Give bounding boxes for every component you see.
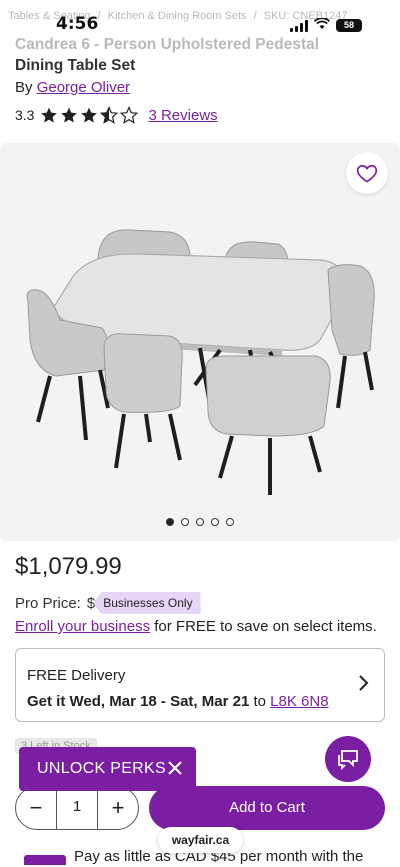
- pro-price-label: Pro Price:: [15, 594, 81, 612]
- battery-icon: 58: [336, 19, 362, 32]
- rating-row: 3.3 3 Reviews: [15, 106, 218, 124]
- postal-code-link[interactable]: L8K 6N8: [270, 693, 328, 710]
- byline-prefix: By: [15, 79, 33, 96]
- browser-url-bar[interactable]: wayfair.ca: [158, 827, 243, 853]
- cellular-signal-icon: [290, 19, 308, 32]
- pagination-dot[interactable]: [196, 518, 204, 526]
- clock: 4:56: [56, 14, 99, 34]
- pro-price-row: Pro Price: $ Businesses Only: [15, 592, 201, 614]
- businesses-only-badge: Businesses Only: [93, 592, 201, 614]
- increase-quantity-button[interactable]: +: [98, 795, 138, 821]
- delivery-dates: Get it Wed, Mar 18 - Sat, Mar 21: [27, 693, 250, 710]
- status-bar: Tables & Seating / Kitchen & Dining Room…: [0, 0, 400, 34]
- product-title: Candrea 6 - Person Upholstered Pedestal …: [15, 34, 375, 76]
- rating-value: 3.3: [15, 107, 35, 123]
- chat-icon: [338, 750, 358, 770]
- star-full-icon: [81, 107, 98, 123]
- delivery-title: FREE Delivery: [27, 667, 126, 684]
- reviews-link[interactable]: 3 Reviews: [148, 107, 217, 124]
- byline: By George Oliver: [15, 79, 130, 96]
- enroll-business-text: Enroll your business for FREE to save on…: [15, 618, 377, 635]
- breadcrumb-item[interactable]: Kitchen & Dining Room Sets: [108, 10, 247, 22]
- product-image: [26, 229, 375, 495]
- chair-right: [327, 264, 375, 356]
- enroll-business-link[interactable]: Enroll your business: [15, 618, 150, 635]
- star-full-icon: [61, 107, 78, 123]
- star-rating: [40, 106, 139, 124]
- delivery-dates-row: Get it Wed, Mar 18 - Sat, Mar 21 to L8K …: [27, 693, 329, 710]
- financing-logo: [24, 855, 66, 865]
- wifi-icon: [313, 17, 331, 33]
- decrease-quantity-button[interactable]: −: [16, 795, 56, 821]
- breadcrumb-separator: /: [253, 10, 257, 22]
- product-title-line-2: Dining Table Set: [15, 57, 136, 74]
- enroll-business-rest: for FREE to save on select items.: [150, 618, 377, 635]
- star-full-icon: [41, 107, 58, 123]
- brand-link[interactable]: George Oliver: [37, 79, 130, 96]
- pagination-dot[interactable]: [226, 518, 234, 526]
- pagination-dot[interactable]: [166, 518, 174, 526]
- unlock-perks-banner[interactable]: UNLOCK PERKS: [19, 747, 196, 791]
- pagination-dot[interactable]: [211, 518, 219, 526]
- pagination-dot[interactable]: [181, 518, 189, 526]
- add-to-cart-button[interactable]: Add to Cart: [149, 786, 385, 830]
- chat-button[interactable]: [325, 736, 371, 782]
- unlock-perks-label: UNLOCK PERKS: [37, 760, 166, 777]
- quantity-stepper: − 1 +: [15, 786, 139, 830]
- quantity-input[interactable]: 1: [56, 786, 98, 830]
- product-price: $1,079.99: [15, 553, 122, 580]
- status-icons: 58: [290, 17, 362, 33]
- chair-front-middle: [103, 333, 183, 413]
- delivery-to: to: [249, 693, 271, 710]
- chevron-right-icon: [359, 675, 369, 691]
- image-pagination: [0, 518, 400, 526]
- favorite-button[interactable]: [346, 152, 388, 194]
- chair-front-right: [205, 355, 331, 437]
- star-half-icon: [100, 106, 119, 124]
- heart-outline-icon: [356, 164, 378, 183]
- delivery-card[interactable]: FREE Delivery Get it Wed, Mar 18 - Sat, …: [15, 648, 385, 722]
- product-title-line-1: Candrea 6 - Person Upholstered Pedestal: [15, 36, 320, 53]
- close-icon[interactable]: [166, 759, 184, 777]
- star-empty-icon: [120, 106, 139, 124]
